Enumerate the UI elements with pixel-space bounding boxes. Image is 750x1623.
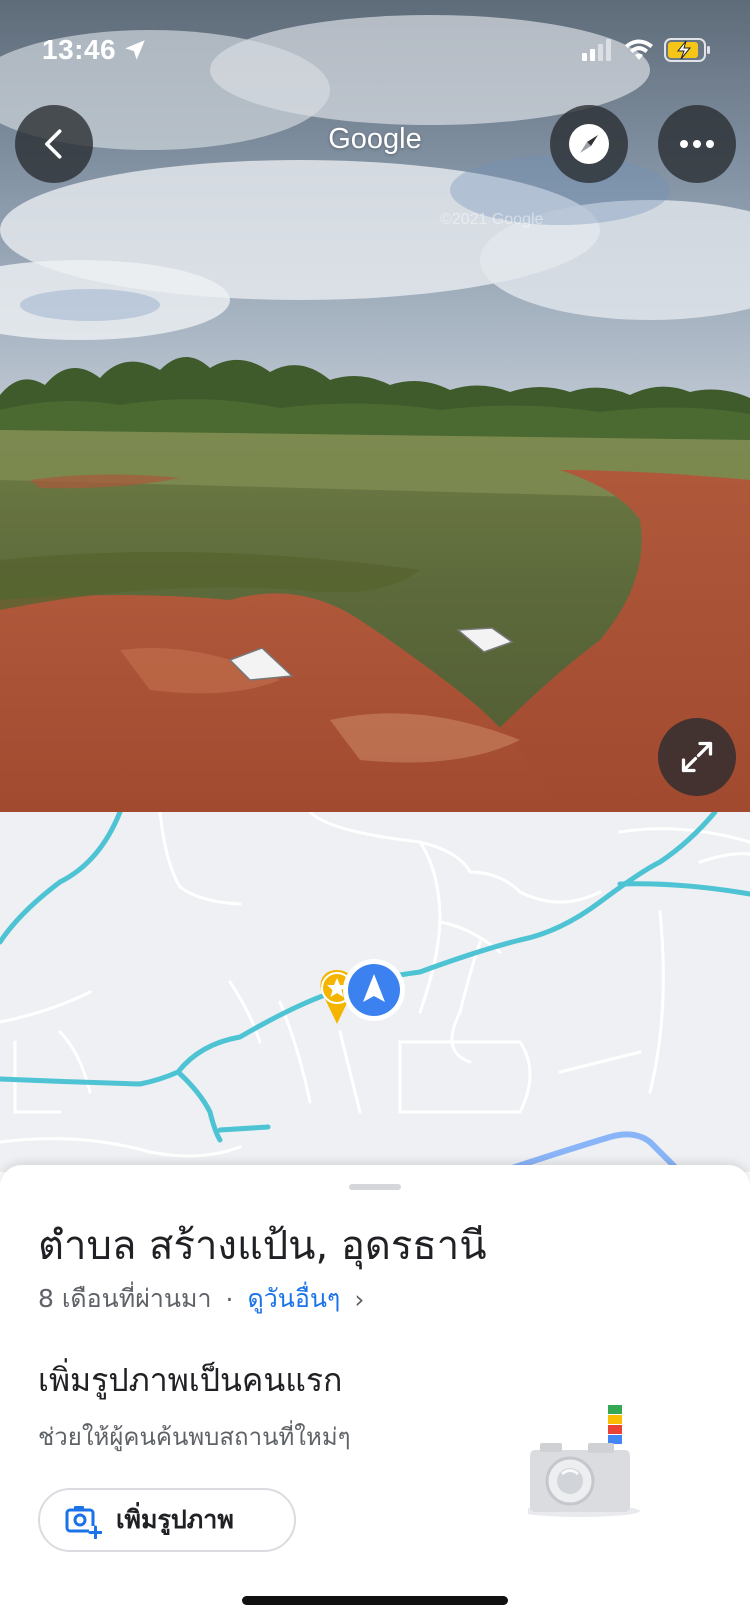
chevron-right-icon[interactable]: › <box>354 1285 364 1314</box>
street-view-image: ©2021 Google <box>0 0 750 812</box>
expand-icon <box>681 741 713 773</box>
map-canvas <box>0 812 750 1172</box>
status-time: 13:46 <box>42 30 148 70</box>
map-view[interactable] <box>0 812 750 1172</box>
add-photo-heading: เพิ่มรูปภาพเป็นคนแรก <box>38 1361 343 1399</box>
compass-button[interactable] <box>550 105 628 183</box>
expand-button[interactable] <box>658 718 736 796</box>
status-icons <box>582 30 712 70</box>
compass-icon <box>569 124 609 164</box>
place-sheet[interactable]: ตำบล สร้างแป้น, อุดรธานี 8 เดือนที่ผ่านม… <box>0 1165 750 1623</box>
navigation-arrow-icon[interactable] <box>343 959 405 1021</box>
see-other-dates-link[interactable]: ดูวันอื่นๆ <box>247 1279 340 1319</box>
add-photo-icon <box>65 1506 102 1539</box>
add-photo-label: เพิ่มรูปภาพ <box>116 1505 234 1534</box>
page-title: Google <box>328 123 422 155</box>
camera-illustration-icon <box>528 1405 640 1517</box>
google-watermark: ©2021 Google <box>440 211 544 228</box>
wifi-icon <box>625 39 653 60</box>
add-photo-button[interactable]: เพิ่มรูปภาพ <box>38 1488 296 1552</box>
home-indicator <box>242 1596 508 1605</box>
location-arrow-icon <box>125 40 145 60</box>
sheet-handle[interactable] <box>349 1184 401 1190</box>
meta-separator: · <box>225 1284 234 1314</box>
more-horizontal-icon <box>680 140 714 148</box>
image-age: 8 เดือนที่ผ่านมา <box>38 1284 212 1313</box>
street-view-panorama[interactable]: ©2021 Google 13:46 Google <box>0 0 750 812</box>
more-button[interactable] <box>658 105 736 183</box>
place-title: ตำบล สร้างแป้น, อุดรธานี <box>38 1223 487 1269</box>
battery-charging-icon <box>664 38 710 62</box>
add-photo-subtext: ช่วยให้ผู้คนค้นพบสถานที่ใหม่ๆ <box>38 1423 351 1451</box>
cellular-signal-icon <box>582 39 611 61</box>
place-meta: 8 เดือนที่ผ่านมา · ดูวันอื่นๆ › <box>38 1279 364 1319</box>
time-label: 13:46 <box>42 34 117 65</box>
